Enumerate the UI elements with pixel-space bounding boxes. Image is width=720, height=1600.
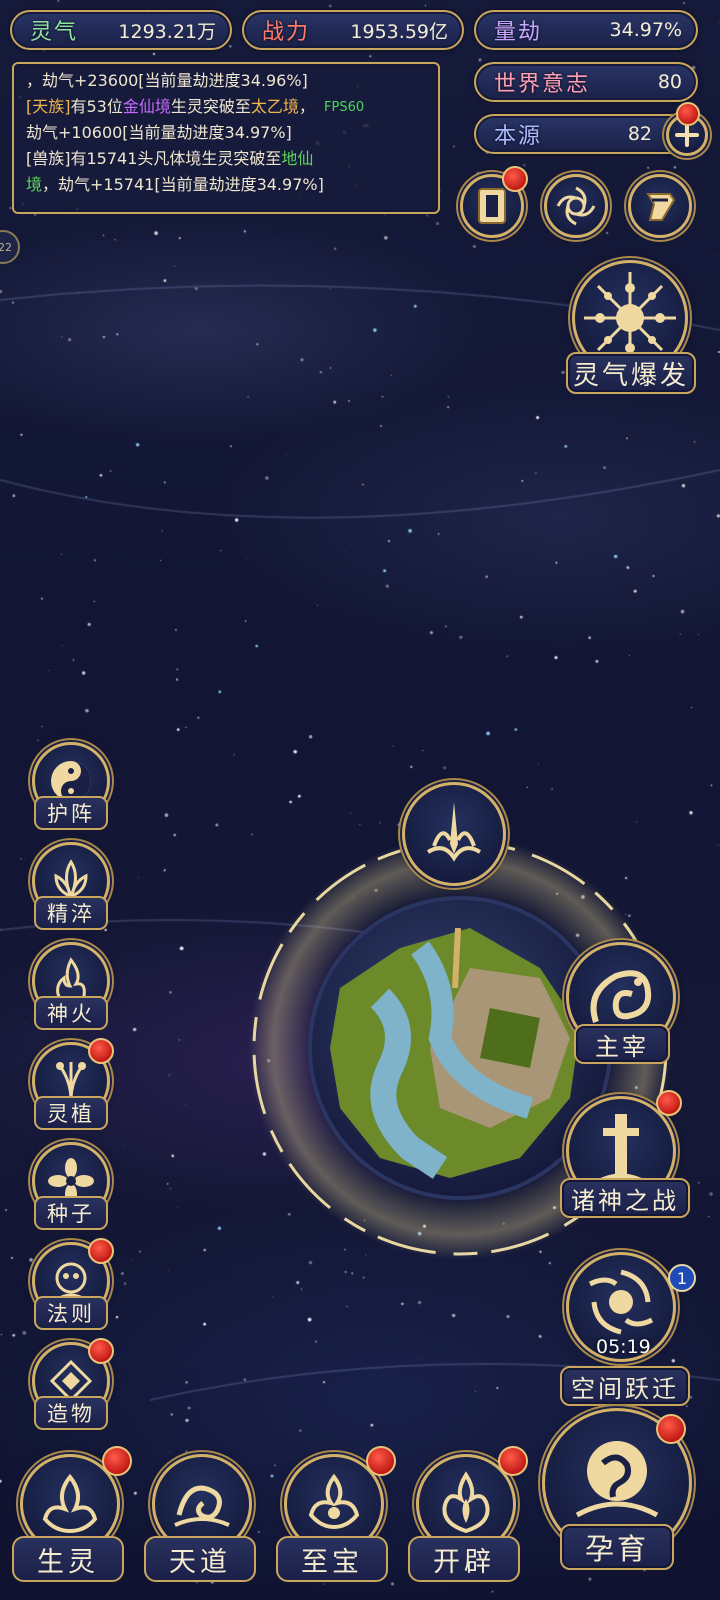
creation-tab-notice-dot bbox=[498, 1446, 528, 1476]
origin-resource[interactable]: 本源 82 bbox=[474, 114, 698, 154]
bottom-tab-heaven-way[interactable]: 天道 bbox=[140, 1448, 260, 1598]
log-entry-3: [兽族]有15741头凡体境生灵突破至地仙境，劫气+15741[当前量劫进度34… bbox=[26, 146, 428, 198]
life-label: 生灵 bbox=[12, 1536, 124, 1582]
world-will-value: 80 bbox=[657, 71, 682, 93]
world-will-resource[interactable]: 世界意志 80 bbox=[474, 62, 698, 102]
law-label: 法则 bbox=[34, 1296, 108, 1330]
log-text: 生灵突破至 bbox=[170, 97, 251, 116]
gods-war-label[interactable]: 诸神之战 bbox=[560, 1178, 690, 1218]
log-realm: 境 bbox=[26, 175, 43, 194]
qi-label: 灵气 bbox=[30, 20, 79, 45]
divine-fire-label: 神火 bbox=[34, 996, 108, 1030]
left-menu-seed[interactable]: 种子 bbox=[28, 1142, 114, 1238]
qi-burst-label[interactable]: 灵气爆发 bbox=[566, 352, 696, 394]
vortex-icon bbox=[556, 186, 596, 226]
power-resource[interactable]: 战力 1953.59亿 bbox=[242, 10, 464, 50]
spirit-plant-notice-dot bbox=[88, 1038, 114, 1064]
log-text: [兽族]有15741头凡体境生灵突破至 bbox=[26, 149, 282, 168]
bottom-tab-treasure[interactable]: 至宝 bbox=[272, 1446, 396, 1598]
space-jump-label[interactable]: 空间跃迁 bbox=[560, 1366, 690, 1406]
event-log: ，劫气+23600[当前量劫进度34.96%] [天族]有53位金仙境生灵突破至… bbox=[12, 62, 440, 214]
log-realm-target: 太乙境 bbox=[250, 97, 299, 116]
formation-label: 护阵 bbox=[34, 796, 108, 830]
qi-resource[interactable]: 灵气 1293.21万 bbox=[10, 10, 232, 50]
log-race-heaven: [天族] bbox=[26, 97, 71, 116]
spirit-plant-label: 灵植 bbox=[34, 1096, 108, 1130]
log-realm: 地仙 bbox=[281, 149, 314, 168]
gods-war-notice-dot bbox=[656, 1090, 682, 1116]
log-text: 有53位 bbox=[70, 97, 123, 116]
ruler-label[interactable]: 主宰 bbox=[574, 1024, 670, 1064]
nurture-label[interactable]: 孕育 bbox=[560, 1524, 674, 1570]
scroll-button[interactable] bbox=[628, 174, 692, 238]
heaven-way-icon bbox=[174, 1485, 230, 1527]
log-line-3: 劫气+10600[当前量劫进度34.97%] bbox=[26, 123, 292, 142]
log-text: ， bbox=[298, 97, 315, 116]
life-icon bbox=[42, 1473, 98, 1534]
scroll-icon bbox=[646, 193, 676, 221]
creation-flame-icon bbox=[442, 1471, 490, 1534]
left-menu-divine-fire[interactable]: 神火 bbox=[28, 942, 114, 1038]
treasure-icon bbox=[308, 1473, 360, 1530]
sword-flame-icon bbox=[426, 802, 482, 862]
fps-counter: FPS60 bbox=[324, 100, 365, 115]
treasure-notice-dot bbox=[366, 1446, 396, 1476]
left-menu-law[interactable]: 法则 bbox=[28, 1238, 114, 1338]
creation-notice-dot bbox=[88, 1338, 114, 1364]
card-icon bbox=[478, 188, 506, 224]
world-will-label: 世界意志 bbox=[494, 72, 591, 97]
space-jump-timer: 05:19 bbox=[596, 1336, 651, 1358]
creation-label: 造物 bbox=[34, 1396, 108, 1430]
power-value: 1953.59亿 bbox=[350, 20, 448, 43]
bottom-tab-life[interactable]: 生灵 bbox=[8, 1446, 132, 1598]
log-text: ，劫气+15741[当前量劫进度34.97%] bbox=[42, 175, 324, 194]
law-notice-dot bbox=[88, 1238, 114, 1264]
life-notice-dot bbox=[102, 1446, 132, 1476]
vortex-button[interactable] bbox=[544, 174, 608, 238]
treasure-label: 至宝 bbox=[276, 1536, 388, 1582]
qi-value: 1293.21万 bbox=[118, 20, 216, 43]
origin-notice-dot bbox=[676, 102, 700, 126]
left-menu-formation[interactable]: 护阵 bbox=[28, 742, 114, 838]
sword-pin-marker[interactable] bbox=[402, 782, 506, 886]
log-entry-2: [天族]有53位金仙境生灵突破至太乙境， bbox=[26, 94, 428, 120]
bottom-tab-creation[interactable]: 开辟 bbox=[404, 1446, 528, 1598]
origin-value: 82 bbox=[627, 123, 652, 145]
card-notice-dot bbox=[502, 166, 528, 192]
left-menu-spirit-plant[interactable]: 灵植 bbox=[28, 1038, 114, 1138]
kalpa-label: 量劫 bbox=[494, 20, 543, 45]
creation-tab-label: 开辟 bbox=[408, 1536, 520, 1582]
heaven-way-label: 天道 bbox=[144, 1536, 256, 1582]
log-line-1: ，劫气+23600[当前量劫进度34.96%] bbox=[26, 71, 308, 90]
kalpa-value: 34.97% bbox=[609, 19, 682, 41]
origin-label: 本源 bbox=[494, 124, 543, 149]
space-jump-count-badge: 1 bbox=[668, 1264, 696, 1292]
refine-label: 精淬 bbox=[34, 896, 108, 930]
power-label: 战力 bbox=[262, 20, 311, 45]
left-menu-refine[interactable]: 精淬 bbox=[28, 842, 114, 938]
seed-label: 种子 bbox=[34, 1196, 108, 1230]
left-menu-creation[interactable]: 造物 bbox=[28, 1338, 114, 1438]
log-realm: 金仙境 bbox=[122, 97, 171, 116]
nurture-notice-dot bbox=[656, 1414, 686, 1444]
kalpa-resource[interactable]: 量劫 34.97% bbox=[474, 10, 698, 50]
